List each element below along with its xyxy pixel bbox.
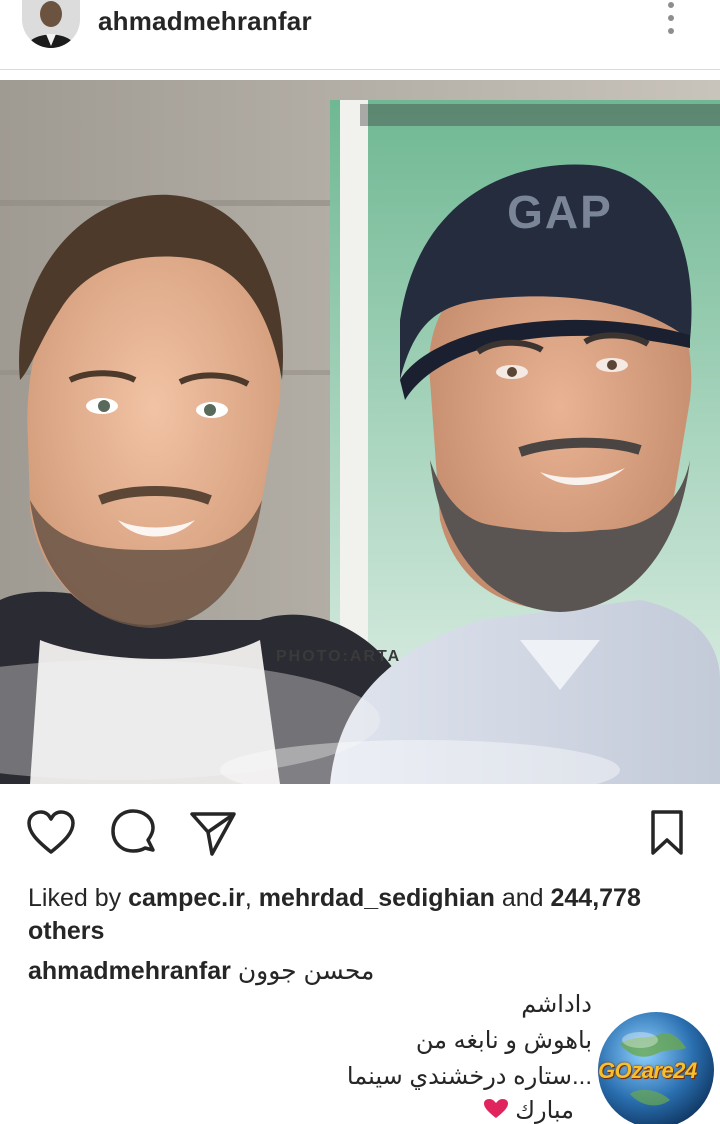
liker-link[interactable]: campec.ir xyxy=(128,884,245,912)
heart-emoji-icon xyxy=(483,1099,508,1118)
liker-link[interactable]: mehrdad_sedighian xyxy=(259,884,495,912)
caption-line: داداشم xyxy=(521,991,592,1018)
more-vertical-icon[interactable] xyxy=(656,0,686,34)
caption-username[interactable]: ahmadmehranfar xyxy=(28,957,231,985)
svg-text:GAP: GAP xyxy=(507,186,613,238)
photo-watermark: PHOTO:ARTA xyxy=(276,648,402,665)
likes-count[interactable]: 244,778 xyxy=(551,884,641,912)
post-photo[interactable]: GAP PHOTO:ARTA xyxy=(0,80,720,784)
logo-text: GOzare24 xyxy=(598,1058,697,1083)
caption-line: باهوش و نابغه من xyxy=(415,1027,592,1054)
caption-text: محسن جوون xyxy=(237,957,375,985)
caption-line: ...ستاره درخشندي سينما xyxy=(346,1063,592,1090)
send-icon[interactable] xyxy=(186,806,240,860)
avatar[interactable] xyxy=(22,0,80,48)
caption: ahmadmehranfar محسن جوون xyxy=(28,956,708,986)
post-header: ahmadmehranfar xyxy=(0,0,720,70)
heart-icon[interactable] xyxy=(24,806,78,860)
likes-and: and xyxy=(494,884,551,912)
caption-last-line: مبارك xyxy=(483,1096,574,1124)
instagram-post: ahmadmehranfar GAP PHOTO:ARTA Liked by c… xyxy=(0,0,720,1124)
likes-text: Liked by campec.ir, mehrdad_sedighian an… xyxy=(28,882,698,948)
likes-prefix: Liked by xyxy=(28,884,129,912)
comment-icon[interactable] xyxy=(106,806,160,860)
likes-others[interactable]: others xyxy=(28,917,104,945)
post-username[interactable]: ahmadmehranfar xyxy=(98,6,312,37)
bookmark-icon[interactable] xyxy=(640,806,694,860)
post-actions xyxy=(0,806,720,866)
likes-separator: , xyxy=(244,884,259,912)
caption-line: مبارك xyxy=(515,1097,574,1124)
